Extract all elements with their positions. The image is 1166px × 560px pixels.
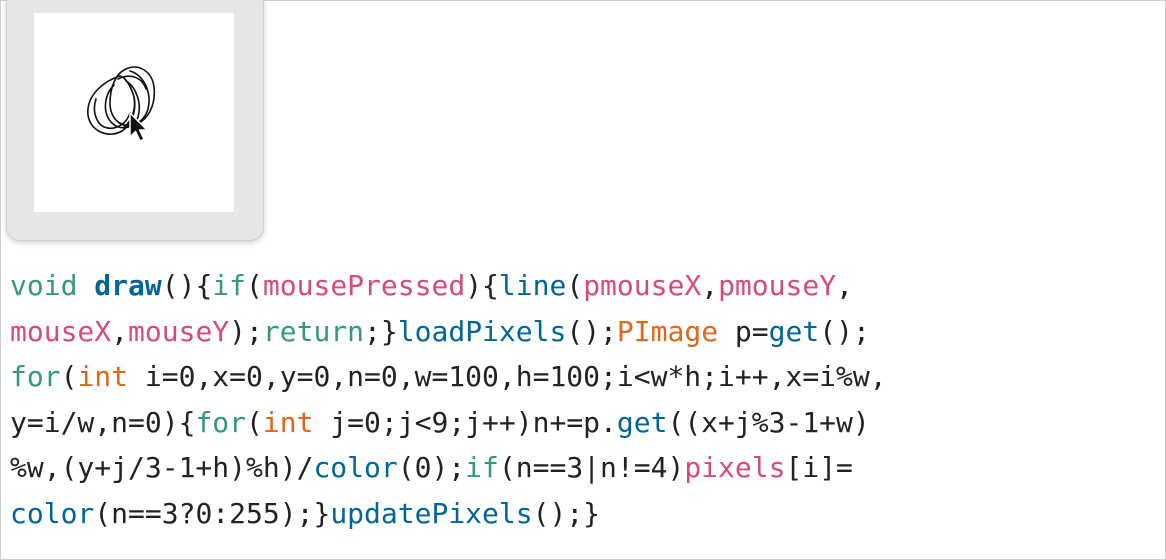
- code-token: ();: [819, 314, 870, 348]
- code-token: draw: [94, 269, 162, 302]
- code-token: j=0;j<9;j++)n+=p.: [313, 405, 617, 439]
- code-token: PImage: [616, 314, 719, 348]
- code-line: mouseX,mouseY);return;}loadPixels();PIma…: [10, 309, 887, 355]
- code-token: ,: [836, 269, 853, 302]
- code-token: for: [195, 405, 247, 439]
- code-token: ((x+j%3-1+w): [667, 405, 870, 439]
- code-token: (0);: [397, 451, 466, 484]
- code-editor[interactable]: void draw(){if(mousePressed){line(pmouse…: [10, 263, 887, 536]
- code-token: p=: [718, 314, 769, 348]
- code-token: void: [10, 269, 78, 302]
- code-token: ();}: [532, 496, 601, 530]
- code-token: y=i/w,n=0){: [10, 405, 196, 439]
- code-token: (: [566, 269, 584, 302]
- code-token: line: [498, 269, 567, 302]
- code-token: loadPixels: [397, 314, 567, 348]
- code-token: get: [768, 314, 820, 348]
- code-token: (n==3|n!=4): [498, 451, 685, 484]
- code-token: (: [60, 360, 78, 393]
- code-token: pixels: [684, 451, 786, 484]
- code-token: if: [465, 451, 499, 484]
- code-token: %w,(y+j/3-1+h)%h)/: [10, 451, 314, 484]
- code-token: color: [10, 496, 95, 530]
- code-token: ;}: [364, 314, 398, 348]
- code-line: for(int i=0,x=0,y=0,n=0,w=100,h=100;i<w*…: [10, 354, 887, 400]
- code-token: (: [246, 269, 263, 302]
- hand-drawn-circles: [87, 66, 156, 142]
- code-line: %w,(y+j/3-1+h)%h)/color(0);if(n==3|n!=4)…: [10, 445, 887, 491]
- code-token: int: [77, 360, 129, 393]
- code-token: ){: [465, 269, 499, 302]
- code-token: ,: [111, 314, 129, 348]
- code-token: [i]=: [785, 451, 853, 484]
- code-token: ,: [701, 269, 719, 302]
- code-token: (){: [161, 269, 213, 302]
- code-token: int: [262, 405, 314, 439]
- code-token: (n==3?0:255);}: [94, 496, 331, 530]
- code-token: );: [229, 314, 263, 348]
- code-token: return: [262, 314, 365, 348]
- code-token: (: [246, 405, 263, 439]
- code-token: get: [616, 405, 668, 439]
- code-token: color: [313, 451, 398, 484]
- sketch-canvas[interactable]: [34, 13, 234, 212]
- code-token: i=0,x=0,y=0,n=0,w=100,h=100;i<w*h;i++,x=…: [128, 360, 887, 393]
- code-token: ();: [566, 314, 617, 348]
- sketch-window[interactable]: [6, 0, 264, 241]
- code-token: mousePressed: [262, 269, 466, 302]
- code-token: if: [212, 269, 247, 302]
- code-token: pmouseY: [718, 269, 837, 302]
- code-line: color(n==3?0:255);}updatePixels();}: [10, 491, 887, 537]
- code-line: y=i/w,n=0){for(int j=0;j<9;j++)n+=p.get(…: [10, 400, 887, 446]
- code-line: void draw(){if(mousePressed){line(pmouse…: [10, 263, 887, 309]
- code-token: mouseY: [128, 314, 230, 348]
- code-token: for: [10, 360, 61, 393]
- code-token: updatePixels: [330, 496, 533, 530]
- code-token: pmouseX: [583, 269, 702, 302]
- code-token: mouseX: [10, 314, 112, 348]
